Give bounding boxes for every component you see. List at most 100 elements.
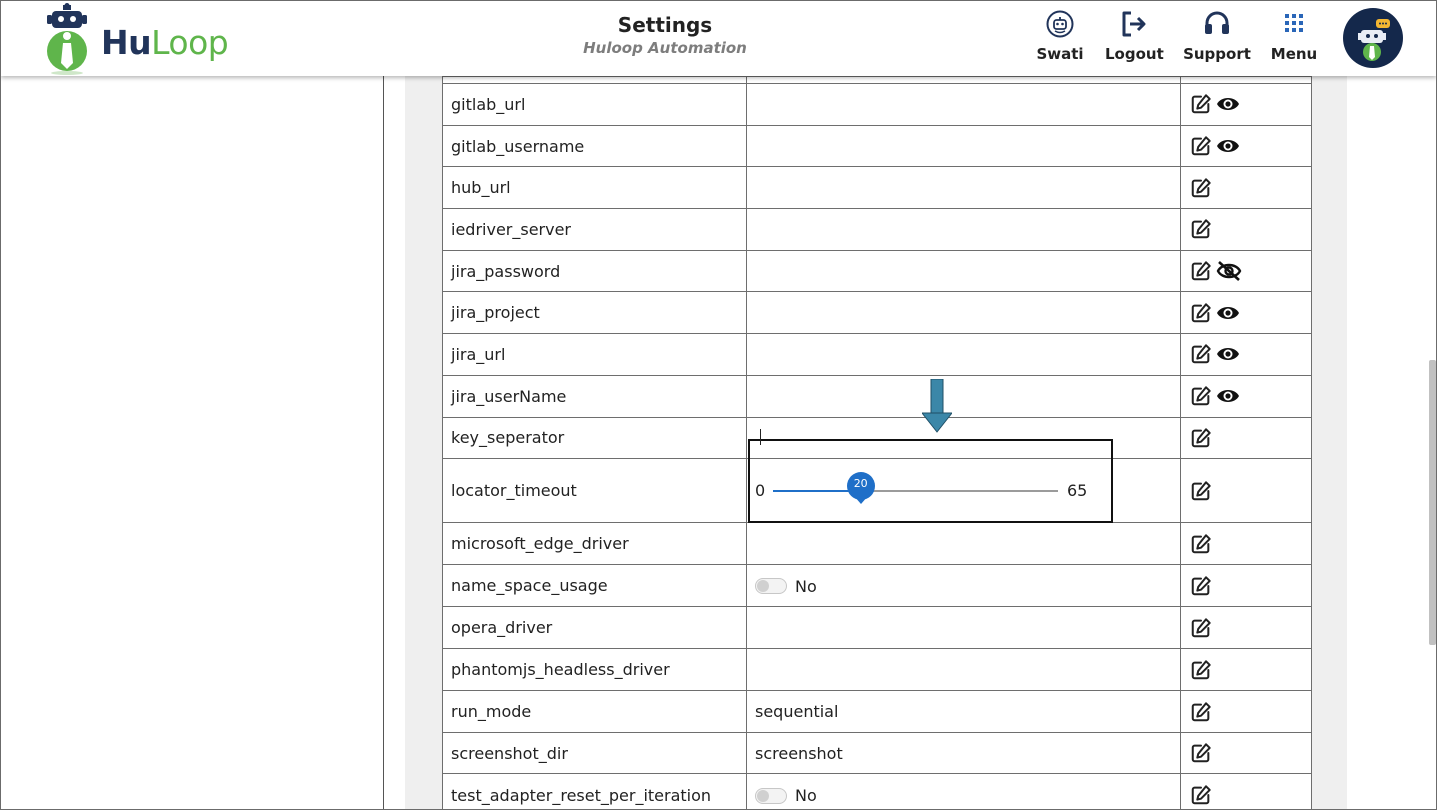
slider-track[interactable]: 20 xyxy=(773,471,1058,504)
setting-actions xyxy=(1180,522,1312,566)
table-row: jira_password xyxy=(442,249,1312,293)
setting-actions xyxy=(1180,416,1312,460)
logo-text-hu: Hu xyxy=(101,23,152,62)
setting-key: opera_driver xyxy=(442,606,747,650)
support-button[interactable]: Support xyxy=(1183,9,1251,69)
edit-icon[interactable] xyxy=(1189,301,1213,325)
table-row: gitlab_url xyxy=(442,83,1312,126)
edit-icon[interactable] xyxy=(1189,426,1213,450)
page-title: Settings xyxy=(617,13,713,37)
edit-icon[interactable] xyxy=(1189,479,1213,503)
edit-icon[interactable] xyxy=(1189,783,1213,807)
setting-value xyxy=(746,208,1181,251)
setting-value: No xyxy=(746,564,1181,608)
slider-max-label: 65 xyxy=(1067,480,1088,500)
robot-chat-icon xyxy=(1358,19,1390,61)
table-row: test_adapter_reset_per_iteration No xyxy=(442,773,1312,810)
setting-value xyxy=(746,83,1181,126)
table-row: microsoft_edge_driver xyxy=(442,522,1312,566)
edit-icon[interactable] xyxy=(1189,176,1213,200)
setting-actions xyxy=(1180,249,1312,293)
setting-actions xyxy=(1180,773,1312,810)
nav-label-logout: Logout xyxy=(1105,45,1164,63)
edit-icon[interactable] xyxy=(1189,134,1213,158)
edit-icon[interactable] xyxy=(1189,92,1213,116)
setting-actions xyxy=(1180,83,1312,126)
logo-wordmark: HuLoop xyxy=(101,23,229,63)
settings-table: gitlab_url gitlab_username hub_url iedriver… xyxy=(442,76,1312,810)
setting-key: locator_timeout xyxy=(442,458,747,524)
slider-value-label: 20 xyxy=(853,476,868,490)
nav-label-support: Support xyxy=(1183,45,1251,63)
text-cursor xyxy=(760,429,761,445)
edit-icon[interactable] xyxy=(1189,700,1213,724)
huloop-logo[interactable]: HuLoop xyxy=(45,3,235,75)
setting-key: name_space_usage xyxy=(442,564,747,608)
table-row: hub_url xyxy=(442,166,1312,210)
logout-icon xyxy=(1122,11,1146,37)
edit-icon[interactable] xyxy=(1189,532,1213,556)
table-row-partial xyxy=(442,76,1312,84)
headset-icon xyxy=(1205,11,1229,34)
setting-value xyxy=(746,648,1181,692)
menu-button[interactable]: Menu xyxy=(1269,9,1319,69)
setting-actions xyxy=(1180,291,1312,335)
table-cell xyxy=(746,76,1181,84)
setting-value xyxy=(746,606,1181,650)
assistant-avatar-button[interactable] xyxy=(1343,8,1403,68)
setting-value xyxy=(746,166,1181,210)
setting-key: jira_userName xyxy=(442,374,747,418)
setting-key: gitlab_url xyxy=(442,83,747,126)
eye-icon[interactable] xyxy=(1215,301,1241,325)
logout-button[interactable]: Logout xyxy=(1105,9,1164,69)
setting-key: jira_project xyxy=(442,291,747,335)
setting-value xyxy=(746,333,1181,376)
page-scrollbar[interactable] xyxy=(1429,360,1436,645)
eye-icon[interactable] xyxy=(1215,342,1241,366)
slider-thumb[interactable]: 20 xyxy=(846,471,876,506)
user-menu-button[interactable]: Swati xyxy=(1035,9,1085,69)
table-row: screenshot_dir screenshot xyxy=(442,732,1312,775)
edit-icon[interactable] xyxy=(1189,574,1213,598)
table-row: phantomjs_headless_driver xyxy=(442,648,1312,692)
eye-icon[interactable] xyxy=(1215,134,1241,158)
eye-off-icon[interactable] xyxy=(1215,259,1243,283)
setting-actions xyxy=(1180,732,1312,775)
eye-icon[interactable] xyxy=(1215,384,1241,408)
setting-key: phantomjs_headless_driver xyxy=(442,648,747,692)
grid-icon xyxy=(1285,14,1303,32)
setting-value: screenshot xyxy=(746,732,1181,775)
edit-icon[interactable] xyxy=(1189,342,1213,366)
table-cell xyxy=(442,76,747,84)
edit-icon[interactable] xyxy=(1189,217,1213,241)
setting-key: run_mode xyxy=(442,690,747,734)
table-row: gitlab_username xyxy=(442,124,1312,168)
setting-actions xyxy=(1180,606,1312,650)
setting-actions xyxy=(1180,564,1312,608)
table-row: jira_userName xyxy=(442,374,1312,418)
table-row: key_seperator xyxy=(442,416,1312,460)
setting-actions xyxy=(1180,458,1312,524)
table-row: locator_timeout 0 20 65 xyxy=(442,458,1312,524)
timeout-slider[interactable]: 0 20 65 xyxy=(755,471,1172,511)
edit-icon[interactable] xyxy=(1189,616,1213,640)
setting-value xyxy=(746,374,1181,418)
setting-actions xyxy=(1180,166,1312,210)
edit-icon[interactable] xyxy=(1189,259,1213,283)
setting-value xyxy=(746,291,1181,335)
page-title-group: Settings Huloop Automation xyxy=(515,13,815,59)
edit-icon[interactable] xyxy=(1189,384,1213,408)
toggle-switch[interactable] xyxy=(755,578,787,595)
setting-actions xyxy=(1180,648,1312,692)
setting-key: hub_url xyxy=(442,166,747,210)
setting-key: jira_password xyxy=(442,249,747,293)
annotation-arrow-icon xyxy=(922,379,952,433)
toggle-switch[interactable] xyxy=(755,787,787,804)
edit-icon[interactable] xyxy=(1189,658,1213,682)
setting-value xyxy=(746,522,1181,566)
setting-actions xyxy=(1180,374,1312,418)
eye-icon[interactable] xyxy=(1215,92,1241,116)
setting-value: sequential xyxy=(746,690,1181,734)
setting-actions xyxy=(1180,690,1312,734)
edit-icon[interactable] xyxy=(1189,741,1213,765)
